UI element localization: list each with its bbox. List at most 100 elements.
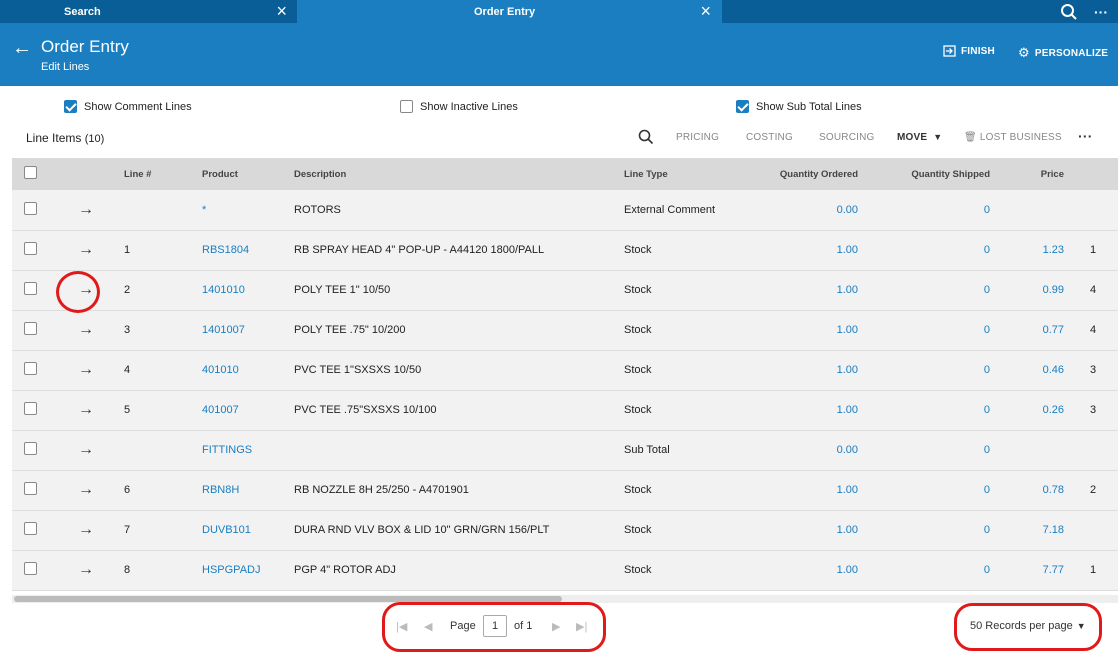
cell-quantity-shipped[interactable]: 0: [858, 390, 990, 430]
row-open-arrow-icon[interactable]: →: [78, 241, 94, 258]
pricing-button[interactable]: PRICING: [676, 132, 719, 143]
row-select-cell[interactable]: [12, 190, 48, 230]
cell-price[interactable]: 1.23: [990, 230, 1064, 270]
row-select-cell[interactable]: [12, 230, 48, 270]
close-icon[interactable]: ×: [276, 2, 287, 20]
cell-quantity-ordered[interactable]: 0.00: [752, 430, 858, 470]
next-page-icon[interactable]: ▶: [552, 620, 560, 633]
finish-button[interactable]: FINISH: [943, 45, 995, 57]
personalize-button[interactable]: ⚙ PERSONALIZE: [1018, 45, 1108, 61]
col-quantity-ordered[interactable]: Quantity Ordered: [752, 158, 858, 190]
tab-search[interactable]: Search ×: [0, 0, 298, 23]
cell-quantity-ordered[interactable]: 1.00: [752, 310, 858, 350]
move-button[interactable]: MOVE ▼: [897, 132, 942, 143]
row-select-cell[interactable]: [12, 270, 48, 310]
col-quantity-shipped[interactable]: Quantity Shipped: [858, 158, 990, 190]
tab-order-entry[interactable]: Order Entry ×: [298, 0, 722, 23]
page-number-input[interactable]: 1: [483, 615, 507, 637]
row-open-arrow-icon[interactable]: →: [78, 481, 94, 498]
cell-price[interactable]: [990, 430, 1064, 470]
table-row[interactable]: → 1 RBS1804 RB SPRAY HEAD 4" POP-UP - A4412…: [12, 230, 1118, 270]
cell-product[interactable]: 401007: [202, 390, 294, 430]
cell-product[interactable]: 401010: [202, 350, 294, 390]
row-open-cell[interactable]: →: [48, 430, 124, 470]
table-row[interactable]: → 7 DUVB101 DURA RND VLV BOX & LID 10" GRN/…: [12, 510, 1118, 550]
cell-quantity-shipped[interactable]: 0: [858, 190, 990, 230]
row-open-arrow-icon[interactable]: →: [78, 401, 94, 418]
cell-price[interactable]: 7.77: [990, 550, 1064, 590]
row-select-checkbox[interactable]: [24, 402, 37, 415]
cell-quantity-ordered[interactable]: 1.00: [752, 390, 858, 430]
row-select-checkbox[interactable]: [24, 442, 37, 455]
table-row[interactable]: → 5 401007 PVC TEE .75"SXSXS 10/100 Stock 1.0…: [12, 390, 1118, 430]
records-per-page-select[interactable]: 50 Records per page ▼: [970, 620, 1086, 632]
cell-quantity-ordered[interactable]: 1.00: [752, 470, 858, 510]
row-open-cell[interactable]: →: [48, 470, 124, 510]
row-select-checkbox[interactable]: [24, 282, 37, 295]
cell-price[interactable]: 0.26: [990, 390, 1064, 430]
cell-product[interactable]: 1401010: [202, 270, 294, 310]
cell-quantity-shipped[interactable]: 0: [858, 550, 990, 590]
row-open-cell[interactable]: →: [48, 230, 124, 270]
row-select-cell[interactable]: [12, 430, 48, 470]
more-icon[interactable]: ···: [1094, 0, 1108, 23]
row-select-cell[interactable]: [12, 310, 48, 350]
row-select-cell[interactable]: [12, 470, 48, 510]
table-row[interactable]: → 8 HSPGPADJ PGP 4" ROTOR ADJ Stock 1.00 0 7.77…: [12, 550, 1118, 590]
horizontal-scrollbar[interactable]: [14, 596, 562, 602]
cell-quantity-ordered[interactable]: 1.00: [752, 270, 858, 310]
cell-price[interactable]: 7.18: [990, 510, 1064, 550]
cell-price[interactable]: 0.78: [990, 470, 1064, 510]
costing-button[interactable]: COSTING: [746, 132, 793, 143]
last-page-icon[interactable]: ▶|: [576, 620, 587, 633]
table-row[interactable]: → 6 RBN8H RB NOZZLE 8H 25/250 - A4701901 Sto…: [12, 470, 1118, 510]
search-icon[interactable]: [1060, 0, 1078, 23]
cell-quantity-ordered[interactable]: 1.00: [752, 350, 858, 390]
sourcing-button[interactable]: SOURCING: [819, 132, 875, 143]
cell-quantity-shipped[interactable]: 0: [858, 510, 990, 550]
row-open-arrow-icon[interactable]: →: [78, 201, 94, 218]
cell-price[interactable]: 0.77: [990, 310, 1064, 350]
show-sub-total-lines-option[interactable]: Show Sub Total Lines: [736, 100, 862, 113]
cell-quantity-shipped[interactable]: 0: [858, 430, 990, 470]
cell-quantity-shipped[interactable]: 0: [858, 230, 990, 270]
show-comment-lines-checkbox[interactable]: [64, 100, 77, 113]
cell-quantity-ordered[interactable]: 1.00: [752, 550, 858, 590]
show-sub-total-lines-checkbox[interactable]: [736, 100, 749, 113]
row-open-arrow-icon[interactable]: →: [78, 561, 94, 578]
cell-product[interactable]: RBN8H: [202, 470, 294, 510]
show-inactive-lines-option[interactable]: Show Inactive Lines: [400, 100, 518, 113]
cell-price[interactable]: 0.99: [990, 270, 1064, 310]
row-select-cell[interactable]: [12, 350, 48, 390]
row-open-arrow-icon[interactable]: →: [78, 361, 94, 378]
row-open-cell[interactable]: →: [48, 390, 124, 430]
cell-product[interactable]: *: [202, 190, 294, 230]
show-inactive-lines-checkbox[interactable]: [400, 100, 413, 113]
cell-price[interactable]: 0.46: [990, 350, 1064, 390]
col-line[interactable]: Line #: [124, 158, 202, 190]
row-open-cell[interactable]: →: [48, 550, 124, 590]
row-open-arrow-icon[interactable]: →: [78, 321, 94, 338]
row-open-cell[interactable]: →: [48, 510, 124, 550]
row-select-cell[interactable]: [12, 550, 48, 590]
cell-quantity-shipped[interactable]: 0: [858, 470, 990, 510]
col-price[interactable]: Price: [990, 158, 1064, 190]
cell-quantity-ordered[interactable]: 0.00: [752, 190, 858, 230]
cell-quantity-ordered[interactable]: 1.00: [752, 230, 858, 270]
row-open-arrow-icon[interactable]: →: [78, 521, 94, 538]
cell-product[interactable]: DUVB101: [202, 510, 294, 550]
first-page-icon[interactable]: |◀: [396, 620, 407, 633]
row-select-checkbox[interactable]: [24, 482, 37, 495]
row-open-cell[interactable]: →: [48, 190, 124, 230]
table-row[interactable]: → 4 401010 PVC TEE 1"SXSXS 10/50 Stock 1.00 0 0…: [12, 350, 1118, 390]
row-select-checkbox[interactable]: [24, 362, 37, 375]
show-comment-lines-option[interactable]: Show Comment Lines: [64, 100, 192, 113]
back-arrow-icon[interactable]: ←: [12, 37, 32, 60]
select-all-checkbox[interactable]: [24, 166, 37, 179]
row-select-checkbox[interactable]: [24, 201, 37, 215]
col-product[interactable]: Product: [202, 158, 294, 190]
more-options-icon[interactable]: ···: [1078, 128, 1093, 144]
col-line-type[interactable]: Line Type: [624, 158, 752, 190]
row-open-cell[interactable]: →: [48, 350, 124, 390]
cell-quantity-ordered[interactable]: 1.00: [752, 510, 858, 550]
